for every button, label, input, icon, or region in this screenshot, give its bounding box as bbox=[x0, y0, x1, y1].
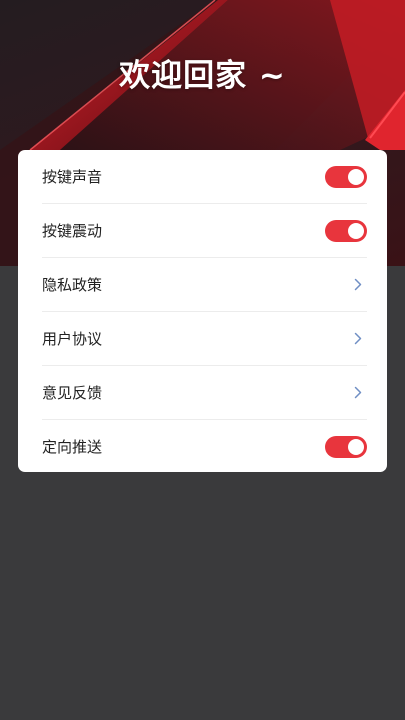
key-vibration-toggle[interactable] bbox=[325, 219, 367, 242]
settings-card: 按键声音 按键震动 隐私政策 用户协议 意见反馈 定向推送 bbox=[18, 150, 387, 472]
targeted-push-label: 定向推送 bbox=[42, 438, 103, 456]
settings-row-key-sound[interactable]: 按键声音 bbox=[42, 150, 367, 204]
toggle-knob bbox=[348, 168, 364, 185]
chevron-right-icon bbox=[351, 332, 365, 346]
chevron-right-icon bbox=[351, 386, 365, 400]
feedback-label: 意见反馈 bbox=[42, 384, 103, 402]
privacy-policy-label: 隐私政策 bbox=[42, 276, 103, 294]
settings-row-key-vibration[interactable]: 按键震动 bbox=[42, 204, 367, 258]
key-sound-label: 按键声音 bbox=[42, 168, 103, 186]
settings-row-user-agreement[interactable]: 用户协议 bbox=[42, 312, 367, 366]
settings-row-targeted-push[interactable]: 定向推送 bbox=[42, 420, 367, 472]
settings-row-feedback[interactable]: 意见反馈 bbox=[42, 366, 367, 420]
targeted-push-toggle[interactable] bbox=[325, 435, 367, 458]
toggle-knob bbox=[348, 438, 364, 455]
welcome-title: 欢迎回家 ~ bbox=[119, 58, 286, 94]
chevron-right-icon bbox=[351, 278, 365, 292]
user-agreement-label: 用户协议 bbox=[42, 330, 103, 348]
key-sound-toggle[interactable] bbox=[325, 165, 367, 188]
key-vibration-label: 按键震动 bbox=[42, 222, 103, 240]
toggle-knob bbox=[348, 222, 364, 239]
settings-row-privacy-policy[interactable]: 隐私政策 bbox=[42, 258, 367, 312]
